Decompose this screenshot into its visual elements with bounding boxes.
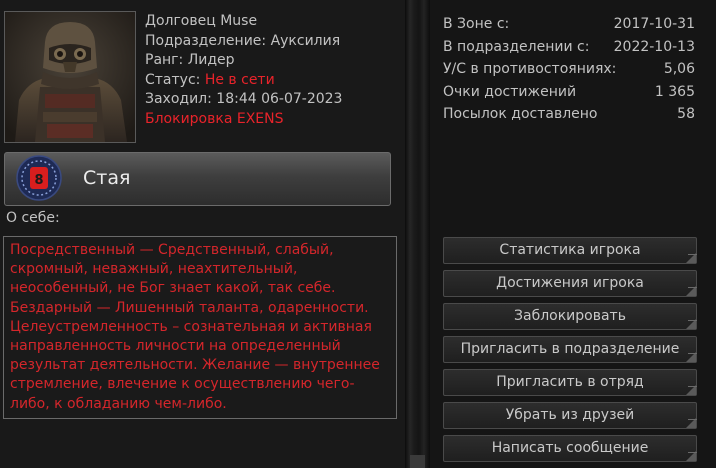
button-corner: [686, 319, 696, 329]
stat-value: 1 365: [654, 83, 695, 100]
squad-emblem-icon: 8: [16, 155, 62, 201]
button-corner: [686, 418, 696, 428]
stats-list: В Зоне с: 2017-10-31 В подразделении с: …: [443, 15, 695, 128]
stat-value: 58: [677, 106, 695, 122]
avatar: [4, 11, 136, 143]
block-status: Блокировка EXENS: [145, 110, 284, 127]
player-achievements-label: Достижения игрока: [496, 275, 644, 291]
button-corner: [686, 253, 696, 263]
squad-banner[interactable]: 8 Стая: [4, 152, 391, 206]
stat-label: У/С в противостояниях:: [443, 61, 617, 77]
panel-divider: [405, 0, 430, 468]
stat-value: 5,06: [663, 61, 695, 77]
invite-squad-button[interactable]: Пригласить в отряд: [443, 369, 697, 396]
avatar-soldier-image: [5, 12, 135, 142]
about-text: Посредственный — Средственный, слабый, с…: [10, 242, 380, 412]
invite-division-label: Пригласить в подразделение: [460, 341, 680, 357]
block-label: Заблокировать: [514, 308, 626, 324]
stat-row-achievement-points: Очки достижений 1 365: [443, 83, 695, 106]
block-button[interactable]: Заблокировать: [443, 303, 697, 330]
stat-value: 2017-10-31: [613, 16, 695, 32]
about-label: О себе:: [6, 210, 60, 226]
button-corner: [686, 385, 696, 395]
button-corner: [686, 451, 696, 461]
stat-row-parcels: Посылок доставлено 58: [443, 105, 695, 128]
stat-row-division-since: В подразделении с: 2022-10-13: [443, 38, 695, 61]
profile-info: Долговец Muse Подразделение: Ауксилия Ра…: [145, 12, 342, 129]
send-message-button[interactable]: Написать сообщение: [443, 435, 697, 462]
player-name: Долговец Muse: [145, 13, 258, 29]
squad-name: Стая: [83, 167, 131, 189]
invite-squad-label: Пригласить в отряд: [496, 374, 644, 390]
stat-label: В подразделении с:: [443, 38, 590, 55]
player-stats-label: Статистика игрока: [499, 242, 641, 258]
status-value: Не в сети: [204, 71, 275, 88]
stat-label: Очки достижений: [443, 83, 577, 100]
remove-friend-label: Убрать из друзей: [505, 407, 635, 423]
invite-division-button[interactable]: Пригласить в подразделение: [443, 336, 697, 363]
division-line: Подразделение: Ауксилия: [145, 32, 341, 49]
button-corner: [686, 352, 696, 362]
rank-line: Ранг: Лидер: [145, 52, 235, 68]
about-box: Посредственный — Средственный, слабый, с…: [3, 236, 397, 419]
stat-row-zone-since: В Зоне с: 2017-10-31: [443, 15, 695, 38]
player-achievements-button[interactable]: Достижения игрока: [443, 270, 697, 297]
stat-label: В Зоне с:: [443, 16, 510, 32]
remove-friend-button[interactable]: Убрать из друзей: [443, 402, 697, 429]
squad-emblem-number: 8: [34, 173, 43, 188]
divider-scroll-notch: [410, 455, 425, 468]
status-line: Статус: Не в сети: [145, 71, 342, 91]
status-label: Статус:: [145, 71, 201, 88]
stat-row-kd-ratio: У/С в противостояниях: 5,06: [443, 60, 695, 83]
last-seen-line: Заходил: 18:44 06-07-2023: [145, 91, 343, 107]
stat-value: 2022-10-13: [613, 38, 695, 55]
player-stats-button[interactable]: Статистика игрока: [443, 237, 697, 264]
button-corner: [686, 286, 696, 296]
stat-label: Посылок доставлено: [443, 106, 598, 122]
send-message-label: Написать сообщение: [491, 440, 649, 456]
